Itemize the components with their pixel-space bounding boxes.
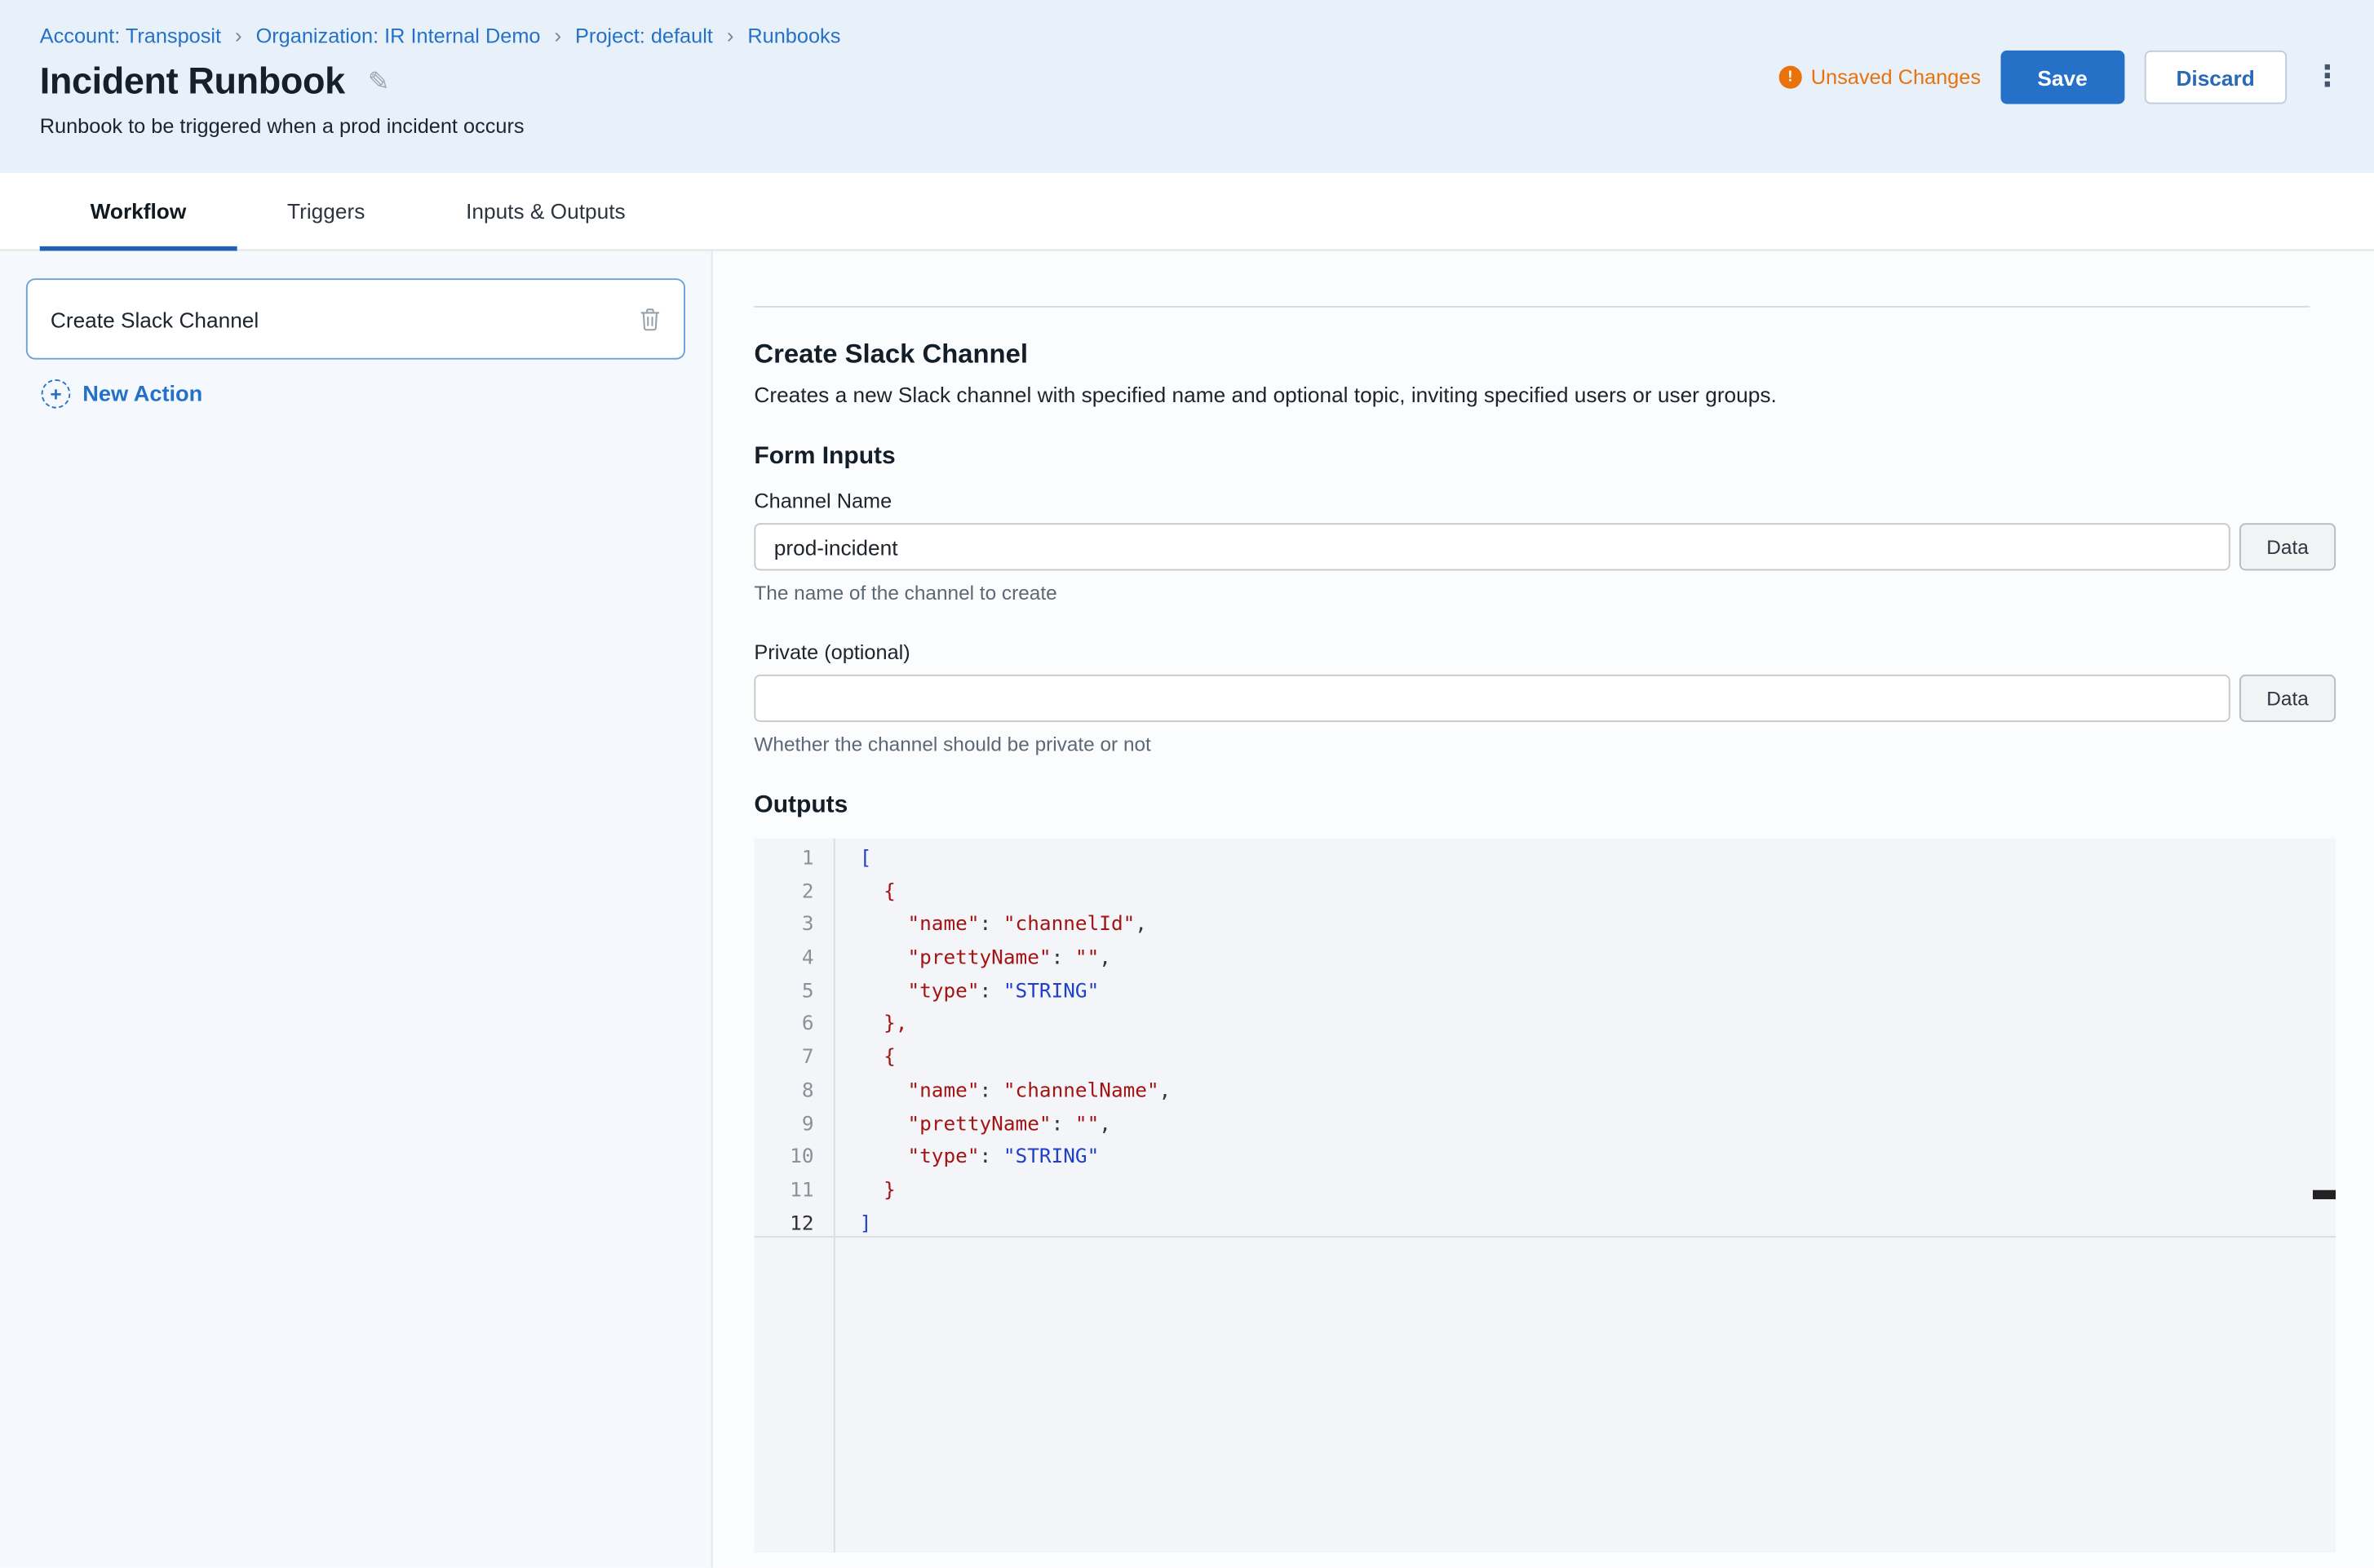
code-line-text: "prettyName": "", <box>834 1108 1111 1141</box>
new-action-label: New Action <box>82 382 202 406</box>
breadcrumb-organization[interactable]: Organization: IR Internal Demo <box>256 24 541 47</box>
code-line: 10 "type": "STRING" <box>754 1141 2336 1175</box>
channel-name-help: The name of the channel to create <box>754 582 2336 605</box>
code-line: 9 "prettyName": "", <box>754 1108 2336 1141</box>
code-line-text: }, <box>834 1008 908 1042</box>
edit-title-icon[interactable]: ✎ <box>368 68 390 99</box>
line-number: 3 <box>754 909 834 942</box>
action-detail-panel: Create Slack Channel Creates a new Slack… <box>713 251 2374 1568</box>
save-button[interactable]: Save <box>2000 51 2124 104</box>
app-window: Account: Transposit › Organization: IR I… <box>0 0 2374 1568</box>
tab-inputs-outputs[interactable]: Inputs & Outputs <box>415 173 675 250</box>
page-title: Incident Runbook <box>40 61 345 104</box>
code-line-text: "prettyName": "", <box>834 942 1111 976</box>
code-line-text: } <box>834 1175 896 1208</box>
scrollbar-thumb[interactable] <box>2313 1190 2336 1199</box>
code-line: 4 "prettyName": "", <box>754 942 2336 976</box>
action-card[interactable]: Create Slack Channel <box>26 278 685 359</box>
code-line-text: "type": "STRING" <box>834 1141 1099 1175</box>
line-number: 6 <box>754 1008 834 1042</box>
discard-button[interactable]: Discard <box>2144 51 2287 104</box>
form-inputs-heading: Form Inputs <box>754 444 2336 472</box>
breadcrumb-separator: › <box>554 23 561 47</box>
outputs-heading: Outputs <box>754 792 2336 820</box>
private-help: Whether the channel should be private or… <box>754 733 2336 755</box>
page-header: Account: Transposit › Organization: IR I… <box>0 0 2374 173</box>
channel-name-label: Channel Name <box>754 489 2336 512</box>
tab-triggers-label: Triggers <box>287 199 365 224</box>
tab-triggers[interactable]: Triggers <box>237 173 415 250</box>
private-input[interactable] <box>754 675 2230 722</box>
breadcrumb-account[interactable]: Account: Transposit <box>40 24 221 47</box>
header-actions: ! Unsaved Changes Save Discard ⋮ <box>1778 51 2348 104</box>
channel-name-field: Channel Name Data The name of the channe… <box>754 489 2336 605</box>
line-number: 2 <box>754 876 834 910</box>
workflow-actions-panel: Create Slack Channel + New Action <box>0 251 713 1568</box>
code-line: 7 { <box>754 1042 2336 1075</box>
action-description: Creates a new Slack channel with specifi… <box>754 383 2336 407</box>
code-line-text: "type": "STRING" <box>834 976 1099 1009</box>
breadcrumb-separator: › <box>235 23 242 47</box>
gutter-divider <box>834 839 835 1553</box>
private-field: Private (optional) Data Whether the chan… <box>754 641 2336 756</box>
code-line: 3 "name": "channelId", <box>754 909 2336 942</box>
private-input-row: Data <box>754 675 2336 722</box>
code-line: 2 { <box>754 876 2336 910</box>
code-line: 8 "name": "channelName", <box>754 1075 2336 1109</box>
code-line: 1[ <box>754 843 2336 876</box>
breadcrumb-separator: › <box>727 23 734 47</box>
breadcrumb-project[interactable]: Project: default <box>575 24 713 47</box>
tab-inputs-outputs-label: Inputs & Outputs <box>466 199 626 224</box>
line-number: 1 <box>754 843 834 876</box>
line-number: 8 <box>754 1075 834 1109</box>
line-number: 7 <box>754 1042 834 1075</box>
warning-icon: ! <box>1778 66 1801 89</box>
channel-name-input-row: Data <box>754 523 2336 570</box>
action-title: Create Slack Channel <box>754 338 2336 370</box>
plus-glyph: + <box>50 384 61 404</box>
line-number: 9 <box>754 1108 834 1141</box>
code-lines: 1[2 {3 "name": "channelId",4 "prettyName… <box>754 843 2336 1241</box>
kebab-menu-icon[interactable]: ⋮ <box>2307 63 2349 92</box>
delete-action-icon[interactable] <box>640 307 661 331</box>
unsaved-changes-indicator: ! Unsaved Changes <box>1778 66 1981 89</box>
page-subtitle: Runbook to be triggered when a prod inci… <box>40 115 2335 138</box>
code-line: 5 "type": "STRING" <box>754 976 2336 1009</box>
tab-workflow[interactable]: Workflow <box>40 173 237 250</box>
code-line-text: "name": "channelId", <box>834 909 1147 942</box>
line-number: 4 <box>754 942 834 976</box>
private-data-button[interactable]: Data <box>2239 675 2336 722</box>
code-line-text: { <box>834 1042 896 1075</box>
unsaved-changes-label: Unsaved Changes <box>1811 66 1981 89</box>
code-line-text: [ <box>834 843 872 876</box>
line-number: 11 <box>754 1175 834 1208</box>
action-card-label: Create Slack Channel <box>51 307 259 331</box>
private-label: Private (optional) <box>754 641 2336 664</box>
detail-divider <box>754 306 2310 308</box>
breadcrumb: Account: Transposit › Organization: IR I… <box>40 23 2335 47</box>
channel-name-input[interactable] <box>754 523 2230 570</box>
new-action-button[interactable]: + New Action <box>42 379 685 409</box>
line-number: 10 <box>754 1141 834 1175</box>
code-line: 11 } <box>754 1175 2336 1208</box>
editor-divider-line <box>754 1236 2336 1238</box>
code-line: 6 }, <box>754 1008 2336 1042</box>
breadcrumb-runbooks[interactable]: Runbooks <box>747 24 840 47</box>
tab-bar: Workflow Triggers Inputs & Outputs <box>0 173 2374 251</box>
code-line-text: "name": "channelName", <box>834 1075 1171 1109</box>
outputs-code-editor[interactable]: 1[2 {3 "name": "channelId",4 "prettyName… <box>754 839 2336 1553</box>
code-line-text: { <box>834 876 896 910</box>
tab-workflow-label: Workflow <box>91 199 187 224</box>
content-area: Create Slack Channel + New Action Create… <box>0 251 2374 1568</box>
plus-icon: + <box>42 379 71 409</box>
channel-name-data-button[interactable]: Data <box>2239 523 2336 570</box>
line-number: 5 <box>754 976 834 1009</box>
